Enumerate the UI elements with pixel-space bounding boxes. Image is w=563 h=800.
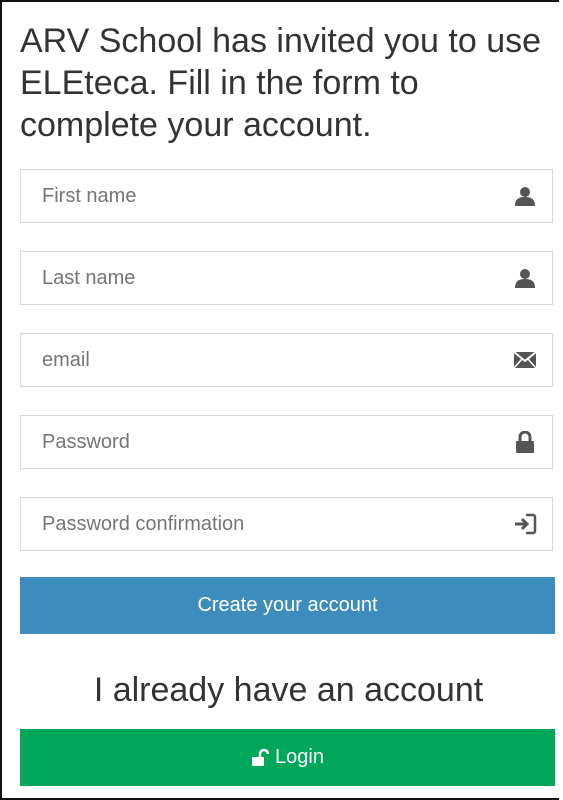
password-field[interactable] (20, 415, 553, 469)
envelope-icon (512, 347, 538, 373)
unlock-icon (251, 748, 270, 767)
log-in-icon (512, 511, 538, 537)
password-input[interactable] (21, 416, 552, 468)
last-name-field[interactable] (20, 251, 553, 305)
lock-icon (512, 429, 538, 455)
login-button[interactable]: Login (20, 729, 555, 786)
already-have-account-text: I already have an account (93, 671, 484, 709)
email-input[interactable] (21, 334, 552, 386)
first-name-input[interactable] (21, 170, 552, 222)
user-icon (512, 265, 538, 291)
create-account-button[interactable]: Create your account (20, 577, 555, 634)
first-name-field[interactable] (20, 169, 553, 223)
invitation-heading: ARV School has invited you to use ELEtec… (20, 22, 542, 144)
email-field[interactable] (20, 333, 553, 387)
create-account-label: Create your account (197, 594, 378, 616)
last-name-input[interactable] (21, 252, 552, 304)
user-icon (512, 183, 538, 209)
password-confirmation-field[interactable] (20, 497, 553, 551)
password-confirmation-input[interactable] (21, 498, 552, 550)
login-label: Login (275, 746, 324, 768)
